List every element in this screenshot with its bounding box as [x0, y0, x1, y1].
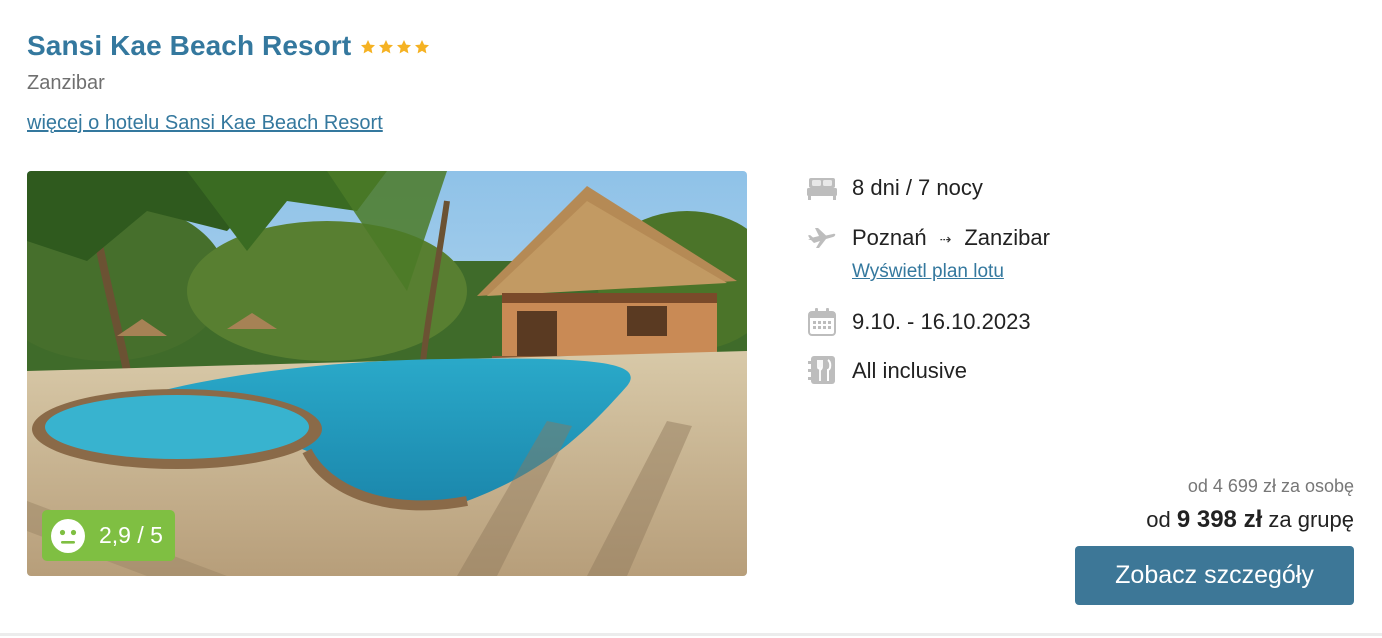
flight-origin: Poznań — [852, 225, 927, 250]
star-icon — [415, 40, 430, 54]
rating-badge[interactable]: 2,9 / 5 — [42, 510, 175, 561]
price-group-amount: 9 398 zł — [1176, 506, 1263, 533]
hotel-location: Zanzibar — [27, 72, 105, 94]
dates-text: 9.10. - 16.10.2023 — [852, 309, 1031, 334]
board-row: All inclusive — [806, 355, 967, 387]
cutlery-icon — [806, 355, 838, 387]
price-group-prefix: od — [1146, 507, 1171, 532]
duration-text: 8 dni / 7 nocy — [852, 175, 983, 200]
neutral-face-icon — [51, 518, 85, 553]
card-divider — [0, 633, 1382, 636]
hotel-details-link[interactable]: więcej o hotelu Sansi Kae Beach Resort — [27, 112, 383, 135]
board-type: All inclusive — [852, 358, 967, 383]
price-group-suffix: za grupę — [1268, 507, 1354, 532]
star-icon — [361, 40, 376, 54]
price-per-person: od 4 699 zł za osobę — [1187, 476, 1354, 496]
rating-value: 2,9 / 5 — [99, 522, 163, 548]
flight-plan-link[interactable]: Wyświetl plan lotu — [852, 261, 1004, 283]
bed-icon — [806, 172, 838, 204]
flight-destination: Zanzibar — [964, 225, 1050, 250]
see-details-button[interactable]: Zobacz szczegóły — [1075, 546, 1354, 605]
price-group: od 9 398 zł za grupę — [1146, 506, 1354, 534]
hotel-name[interactable]: Sansi Kae Beach Resort — [27, 30, 351, 62]
flight-row: Poznań ⇢ Zanzibar — [806, 222, 1050, 254]
star-icon — [379, 40, 394, 54]
calendar-icon — [806, 306, 838, 338]
plane-icon — [806, 222, 838, 254]
duration-row: 8 dni / 7 nocy — [806, 172, 983, 204]
star-icon — [397, 40, 412, 54]
dates-row: 9.10. - 16.10.2023 — [806, 306, 1031, 338]
star-rating — [360, 39, 432, 55]
title-row: Sansi Kae Beach Resort — [27, 30, 432, 62]
offer-card: Sansi Kae Beach Resort Zanzibar więcej o… — [0, 0, 1382, 636]
route-arrow-icon: ⇢ — [939, 230, 952, 247]
